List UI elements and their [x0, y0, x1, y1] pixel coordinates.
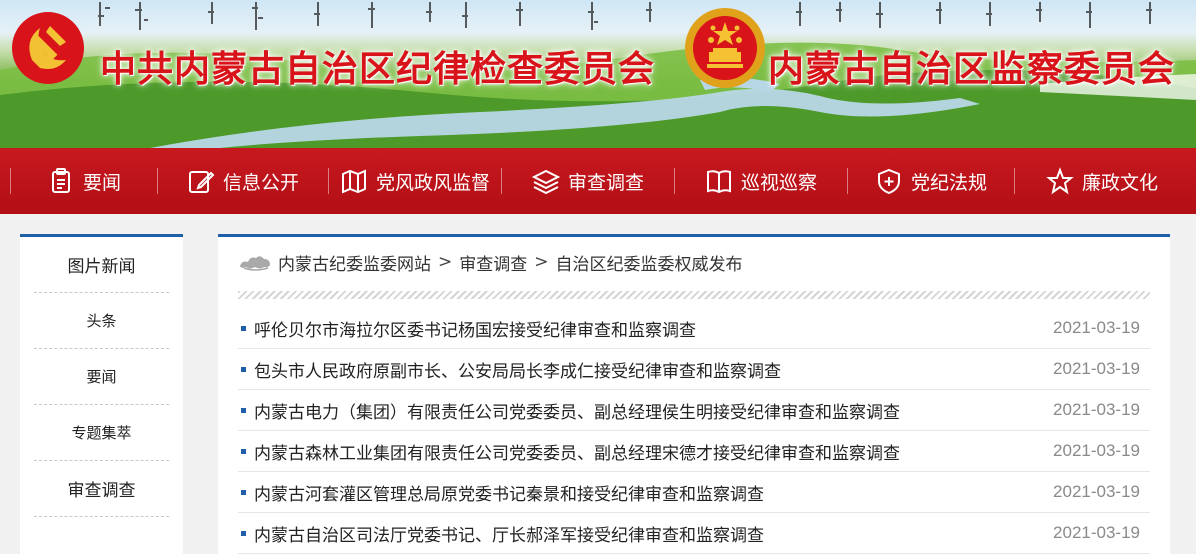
nav-item-info-disclosure[interactable]: 信息公开 — [158, 148, 328, 214]
news-date: 2021-03-19 — [1053, 318, 1140, 337]
sidebar-item-investigation[interactable]: 审查调查 — [34, 461, 169, 517]
breadcrumb-separator: > — [438, 252, 453, 272]
edit-icon — [187, 167, 215, 195]
site-banner: 中共内蒙古自治区纪律检查委员会 内蒙古自治区监察委员会 — [0, 0, 1196, 148]
news-date: 2021-03-19 — [1053, 523, 1140, 542]
nav-item-label: 要闻 — [82, 171, 121, 194]
nav-item-investigation[interactable]: 审查调查 — [502, 148, 674, 214]
news-title-link[interactable]: 内蒙古河套灌区管理总局原党委书记秦景和接受纪律审查和监察调查 — [254, 480, 1030, 505]
home-cloud-icon — [240, 256, 270, 271]
sidebar-item-news[interactable]: 要闻 — [34, 349, 169, 405]
breadcrumb: 内蒙古纪委监委网站 > 审查调查 > 自治区纪委监委权威发布 — [238, 249, 743, 275]
sidebar-item-headlines[interactable]: 头条 — [34, 293, 169, 349]
list-item[interactable]: 内蒙古森林工业集团有限责任公司党委委员、副总经理宋德才接受纪律审查和监察调查 2… — [238, 431, 1150, 472]
breadcrumb-current[interactable]: 自治区纪委监委权威发布 — [556, 250, 743, 275]
news-date: 2021-03-19 — [1053, 482, 1140, 501]
list-item[interactable]: 呼伦贝尔市海拉尔区委书记杨国宏接受纪律审查和监察调查 2021-03-19 — [238, 308, 1150, 349]
nav-item-party-regulations[interactable]: 党纪法规 — [848, 148, 1014, 214]
bullet-icon — [241, 489, 246, 495]
list-item[interactable]: 内蒙古河套灌区管理总局原党委书记秦景和接受纪律审查和监察调查 2021-03-1… — [238, 472, 1150, 513]
layers-icon — [531, 167, 560, 195]
national-emblem-icon — [685, 8, 765, 88]
bullet-icon — [241, 407, 246, 413]
main-content: 内蒙古纪委监委网站 > 审查调查 > 自治区纪委监委权威发布 呼伦贝尔市海拉尔区… — [218, 234, 1170, 554]
nav-item-label: 巡视巡察 — [740, 171, 817, 194]
news-title-link[interactable]: 呼伦贝尔市海拉尔区委书记杨国宏接受纪律审查和监察调查 — [254, 316, 1030, 341]
bullet-icon — [241, 325, 246, 331]
nav-item-conduct-supervision[interactable]: 党风政风监督 — [329, 148, 501, 214]
bullet-icon — [241, 530, 246, 536]
news-date: 2021-03-19 — [1053, 441, 1140, 460]
map-icon — [340, 167, 368, 195]
breadcrumb-investigation-link[interactable]: 审查调查 — [459, 250, 527, 275]
nav-item-label: 党纪法规 — [910, 171, 987, 194]
news-title-link[interactable]: 内蒙古电力（集团）有限责任公司党委委员、副总经理侯生明接受纪律审查和监察调查 — [254, 398, 1030, 423]
breadcrumb-home-link[interactable]: 内蒙古纪委监委网站 — [278, 250, 431, 275]
sidebar-item-photo-news[interactable]: 图片新闻 — [34, 237, 169, 293]
list-item[interactable]: 内蒙古自治区司法厅党委书记、厅长郝泽军接受纪律审查和监察调查 2021-03-1… — [238, 513, 1150, 554]
banner-title-commission: 中共内蒙古自治区纪律检查委员会 — [100, 48, 656, 90]
document-icon — [47, 167, 75, 195]
mongolian-script-decoration — [98, 2, 1152, 30]
sidebar: 图片新闻 头条 要闻 专题集萃 审查调查 — [20, 234, 183, 554]
nav-item-integrity-culture[interactable]: 廉政文化 — [1015, 148, 1189, 214]
nav-item-news[interactable]: 要闻 — [11, 148, 157, 214]
nav-item-label: 廉政文化 — [1081, 171, 1158, 194]
breadcrumb-separator: > — [534, 252, 549, 272]
star-icon — [1046, 167, 1074, 195]
news-date: 2021-03-19 — [1053, 359, 1140, 378]
nav-item-label: 信息公开 — [222, 171, 299, 194]
news-list: 呼伦贝尔市海拉尔区委书记杨国宏接受纪律审查和监察调查 2021-03-19 包头… — [238, 308, 1150, 554]
sidebar-item-special-topics[interactable]: 专题集萃 — [34, 405, 169, 461]
party-emblem-icon — [12, 12, 84, 84]
news-title-link[interactable]: 内蒙古森林工业集团有限责任公司党委委员、副总经理宋德才接受纪律审查和监察调查 — [254, 439, 1030, 464]
news-title-link[interactable]: 内蒙古自治区司法厅党委书记、厅长郝泽军接受纪律审查和监察调查 — [254, 521, 1030, 546]
news-date: 2021-03-19 — [1053, 400, 1140, 419]
list-item[interactable]: 内蒙古电力（集团）有限责任公司党委委员、副总经理侯生明接受纪律审查和监察调查 2… — [238, 390, 1150, 431]
main-nav: 要闻 信息公开 党风政风监督 审查调查 巡视巡察 党纪法规 廉政文化 — [0, 148, 1196, 214]
list-item[interactable]: 包头市人民政府原副市长、公安局局长李成仁接受纪律审查和监察调查 2021-03-… — [238, 349, 1150, 390]
bullet-icon — [241, 448, 246, 454]
book-icon — [705, 167, 733, 195]
shield-plus-icon — [875, 167, 903, 195]
banner-title-supervision: 内蒙古自治区监察委员会 — [768, 48, 1176, 90]
nav-item-inspection[interactable]: 巡视巡察 — [675, 148, 847, 214]
news-title-link[interactable]: 包头市人民政府原副市长、公安局局长李成仁接受纪律审查和监察调查 — [254, 357, 1030, 382]
nav-item-label: 审查调查 — [567, 171, 644, 194]
nav-item-label: 党风政风监督 — [375, 171, 490, 194]
section-divider — [238, 291, 1150, 299]
bullet-icon — [241, 366, 246, 372]
